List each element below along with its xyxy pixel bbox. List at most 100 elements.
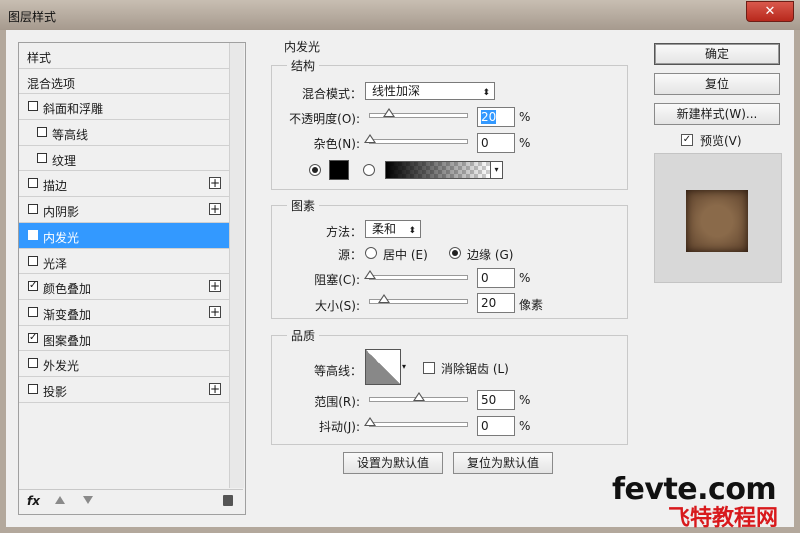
- sidebar-footer: fx: [19, 489, 243, 514]
- jitter-slider[interactable]: [364, 417, 468, 427]
- size-input[interactable]: 20: [477, 293, 515, 313]
- noise-slider-thumb[interactable]: [364, 134, 376, 143]
- gradient-dropdown-icon[interactable]: ▾: [491, 161, 503, 179]
- sidebar-item-checkbox[interactable]: [28, 101, 38, 112]
- sidebar-item-label: 外发光: [43, 359, 80, 374]
- choke-slider-thumb[interactable]: [364, 270, 376, 279]
- choke-value: 0: [481, 271, 489, 285]
- noise-slider[interactable]: [364, 134, 468, 144]
- size-value: 20: [481, 296, 497, 310]
- blend-mode-value: 线性加深: [372, 84, 421, 98]
- choke-unit: %: [519, 271, 531, 285]
- sidebar-item[interactable]: 投影 +: [19, 377, 229, 403]
- sidebar-item[interactable]: 内阴影 +: [19, 197, 229, 223]
- contour-picker[interactable]: [365, 349, 401, 385]
- new-style-button[interactable]: 新建样式(W)...: [654, 103, 780, 125]
- size-slider-thumb[interactable]: [378, 294, 390, 303]
- range-slider[interactable]: [369, 392, 468, 402]
- jitter-input[interactable]: 0: [477, 416, 515, 436]
- watermark-name: 飞特教程网: [668, 506, 779, 531]
- add-effect-button[interactable]: +: [209, 177, 221, 190]
- sidebar-item-label: 斜面和浮雕: [43, 102, 104, 117]
- sidebar-item[interactable]: 纹理: [19, 146, 229, 172]
- range-slider-thumb[interactable]: [412, 392, 425, 401]
- opacity-slider[interactable]: [369, 108, 468, 118]
- title-bar: 图层样式 ✕: [0, 0, 800, 30]
- sidebar-item[interactable]: 外发光: [19, 351, 229, 377]
- add-effect-button[interactable]: +: [209, 382, 221, 395]
- styles-sidebar: 样式混合选项斜面和浮雕等高线纹理描边 + 内阴影 + ✓ 内发光光泽 ✓ 颜色叠加 + 渐变叠加 +…: [18, 42, 246, 515]
- sidebar-item-checkbox[interactable]: [28, 383, 38, 394]
- panel-title: 内发光: [280, 38, 325, 55]
- gradient-radio[interactable]: [363, 164, 375, 176]
- sidebar-item[interactable]: ✓ 颜色叠加 +: [19, 274, 229, 300]
- sidebar-item[interactable]: 混合选项: [19, 69, 229, 95]
- size-slider[interactable]: [369, 294, 468, 304]
- sidebar-item-checkbox[interactable]: [28, 306, 38, 317]
- sidebar-item-checkbox[interactable]: ✓: [28, 332, 38, 343]
- method-label: 方法：: [325, 225, 362, 239]
- elements-title: 图素: [287, 197, 320, 214]
- choke-label: 阻塞(C):: [314, 273, 360, 287]
- jitter-slider-thumb[interactable]: [364, 417, 376, 426]
- choke-input[interactable]: 0: [477, 268, 515, 288]
- size-label: 大小(S):: [314, 299, 360, 313]
- contour-dropdown-icon[interactable]: ▾: [402, 349, 410, 385]
- sidebar-item[interactable]: ✓ 图案叠加: [19, 326, 229, 352]
- add-effect-button[interactable]: +: [209, 280, 221, 293]
- sidebar-item-checkbox[interactable]: [28, 358, 38, 369]
- sidebar-item-label: 纹理: [52, 153, 77, 168]
- source-center-radio[interactable]: [365, 247, 377, 259]
- blend-mode-select[interactable]: 线性加深 ⬍: [365, 82, 495, 100]
- noise-input[interactable]: 0: [477, 133, 515, 153]
- antialias-checkbox[interactable]: [423, 362, 435, 374]
- move-up-icon[interactable]: [55, 496, 65, 504]
- fx-icon[interactable]: fx: [27, 494, 40, 508]
- sidebar-scrollbar[interactable]: [229, 43, 244, 488]
- reset-button[interactable]: 复位: [654, 73, 780, 95]
- sidebar-item-checkbox[interactable]: [37, 127, 47, 138]
- move-down-icon[interactable]: [83, 496, 93, 504]
- source-label: 源：: [337, 248, 362, 262]
- sidebar-item-checkbox[interactable]: [37, 152, 47, 163]
- opacity-slider-thumb[interactable]: [383, 108, 396, 117]
- choke-slider[interactable]: [364, 270, 468, 280]
- sidebar-item[interactable]: 斜面和浮雕: [19, 94, 229, 121]
- gradient-picker[interactable]: [385, 161, 491, 179]
- sidebar-item-checkbox[interactable]: ✓: [28, 229, 38, 240]
- range-value: 50: [481, 393, 497, 407]
- method-select[interactable]: 柔和 ⬍: [365, 220, 421, 238]
- close-button[interactable]: ✕: [746, 1, 794, 22]
- color-radio[interactable]: [309, 164, 321, 176]
- noise-unit: %: [519, 136, 531, 150]
- sidebar-item[interactable]: 等高线: [19, 120, 229, 146]
- set-default-button[interactable]: 设置为默认值: [343, 452, 443, 474]
- range-label: 范围(R):: [314, 395, 360, 409]
- sidebar-item-checkbox[interactable]: [28, 178, 38, 189]
- trash-icon[interactable]: [223, 495, 233, 506]
- sidebar-item-label: 渐变叠加: [43, 307, 92, 322]
- sidebar-item[interactable]: 样式: [19, 43, 229, 69]
- glow-color-swatch[interactable]: [329, 160, 349, 180]
- preview-checkbox[interactable]: ✓: [681, 134, 693, 146]
- sidebar-item-checkbox[interactable]: [28, 204, 38, 215]
- noise-label: 杂色(N):: [313, 137, 360, 151]
- sidebar-item[interactable]: ✓ 内发光: [19, 222, 229, 249]
- opacity-input[interactable]: 20: [477, 107, 515, 127]
- sidebar-item-label: 光泽: [43, 256, 68, 271]
- preview-thumbnail: [686, 190, 748, 252]
- reset-default-button[interactable]: 复位为默认值: [453, 452, 553, 474]
- range-input[interactable]: 50: [477, 390, 515, 410]
- sidebar-item-label: 混合选项: [27, 76, 76, 91]
- add-effect-button[interactable]: +: [209, 203, 221, 216]
- source-edge-radio[interactable]: [449, 247, 461, 259]
- ok-button[interactable]: 确定: [654, 43, 780, 65]
- sidebar-item[interactable]: 描边 +: [19, 171, 229, 198]
- sidebar-item[interactable]: 渐变叠加 +: [19, 300, 229, 326]
- sidebar-item-checkbox[interactable]: ✓: [28, 281, 38, 292]
- updown-caret-icon: ⬍: [482, 88, 490, 98]
- add-effect-button[interactable]: +: [209, 305, 221, 318]
- sidebar-item-checkbox[interactable]: [28, 255, 38, 266]
- source-center-label: 居中 (E): [383, 248, 428, 262]
- sidebar-item[interactable]: 光泽: [19, 249, 229, 275]
